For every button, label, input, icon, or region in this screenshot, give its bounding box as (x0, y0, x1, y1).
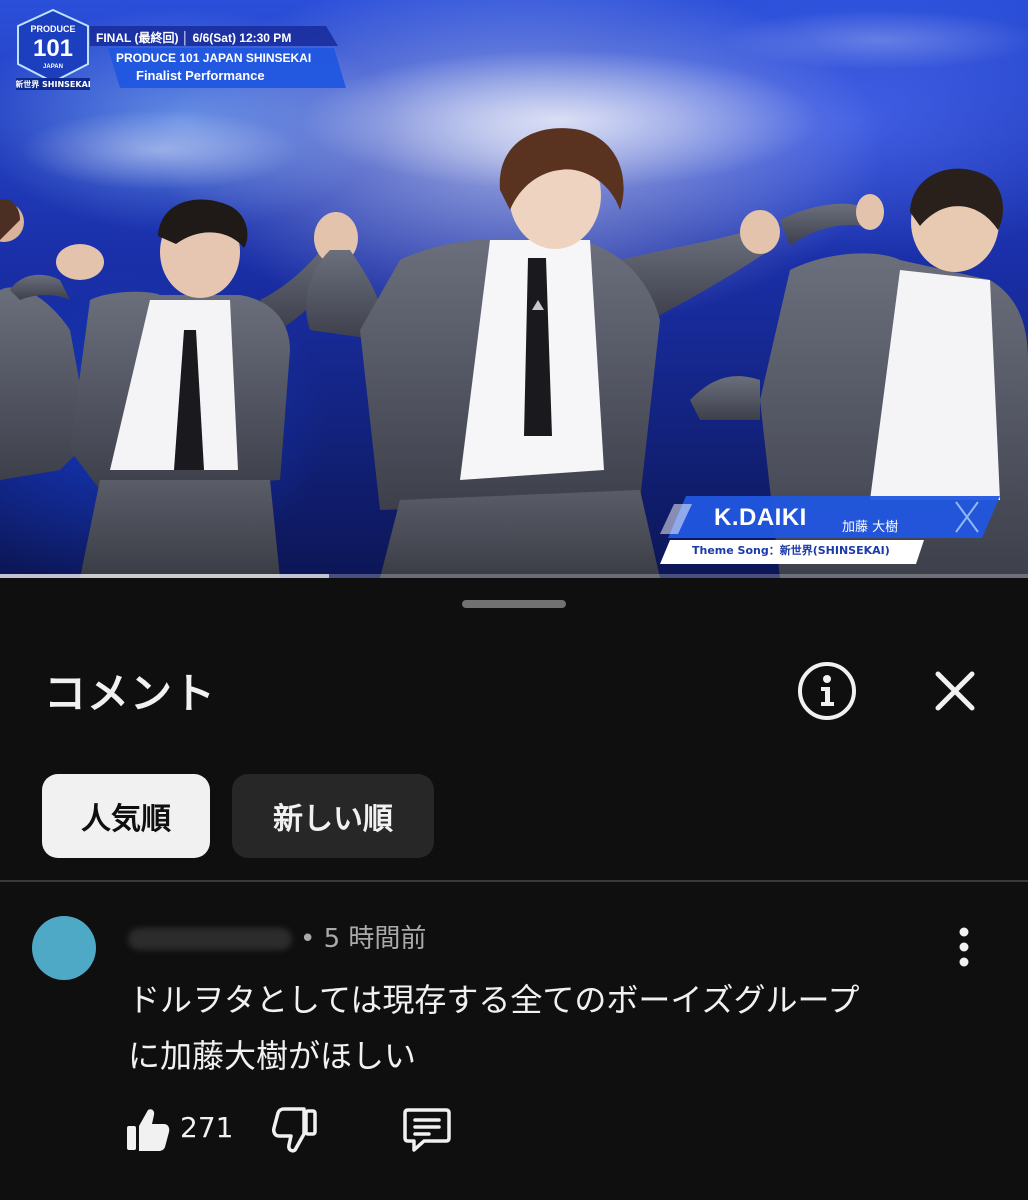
comment-text-line: ドルヲタとしては現存する全てのボーイズグループ (128, 981, 860, 1019)
broadcast-schedule: FINAL (最終回) │ 6/6(Sat) 12:30 PM (96, 31, 292, 45)
close-icon (935, 671, 975, 711)
sheet-divider (0, 880, 1028, 882)
performer-romaji-name: K.DAIKI (714, 504, 807, 531)
thumbs-down-icon (272, 1107, 317, 1153)
dislike-button[interactable] (272, 1106, 318, 1154)
like-count: 271 (180, 1111, 234, 1144)
svg-text:JAPAN: JAPAN (43, 64, 63, 70)
close-button[interactable] (924, 660, 986, 722)
comment-text-line: に加藤大樹がほしい (128, 1037, 417, 1075)
like-button[interactable] (124, 1106, 170, 1154)
sort-chip-popular[interactable]: 人気順 (42, 774, 210, 858)
video-player[interactable]: PRODUCE 101 JAPAN 新世界 SHINSEKAI FINAL (最… (0, 0, 1028, 578)
broadcast-program: PRODUCE 101 JAPAN SHINSEKAI (116, 51, 312, 65)
performer-caption: K.DAIKI 加藤 大樹 Theme Song：新世界(SHINSEKAI) (656, 496, 1000, 564)
comments-sheet: コメント 人気順 新しい順 • 5 時間前 ドルヲタとしては現存する全てのボーイ… (0, 578, 1028, 1200)
comment-bubble-icon (403, 1108, 451, 1152)
info-button[interactable] (796, 660, 858, 722)
comment-timestamp: • 5 時間前 (300, 924, 427, 954)
sort-chip-newest[interactable]: 新しい順 (232, 774, 434, 858)
avatar[interactable] (32, 916, 96, 980)
more-vertical-icon (959, 927, 969, 967)
info-circle-icon (798, 662, 856, 720)
more-options-button[interactable] (942, 922, 986, 972)
broadcast-segment: Finalist Performance (136, 68, 265, 83)
comment-text: ドルヲタとしては現存する全てのボーイズグループ に加藤大樹がほしい (128, 972, 948, 1084)
author-name-redacted[interactable] (128, 928, 292, 950)
show-logo: PRODUCE 101 JAPAN 新世界 SHINSEKAI (16, 8, 90, 90)
theme-song-label: Theme Song：新世界(SHINSEKAI) (692, 544, 890, 557)
svg-text:新世界 SHINSEKAI: 新世界 SHINSEKAI (16, 79, 90, 89)
svg-text:PRODUCE: PRODUCE (30, 24, 75, 34)
broadcast-info-banner: FINAL (最終回) │ 6/6(Sat) 12:30 PM PRODUCE … (90, 26, 346, 88)
thumbs-up-icon (127, 1109, 170, 1151)
sheet-drag-handle[interactable] (462, 600, 566, 608)
svg-text:101: 101 (33, 35, 73, 62)
comments-title: コメント (44, 669, 217, 718)
reply-button[interactable] (402, 1106, 452, 1154)
performer-kanji-name: 加藤 大樹 (842, 520, 899, 535)
